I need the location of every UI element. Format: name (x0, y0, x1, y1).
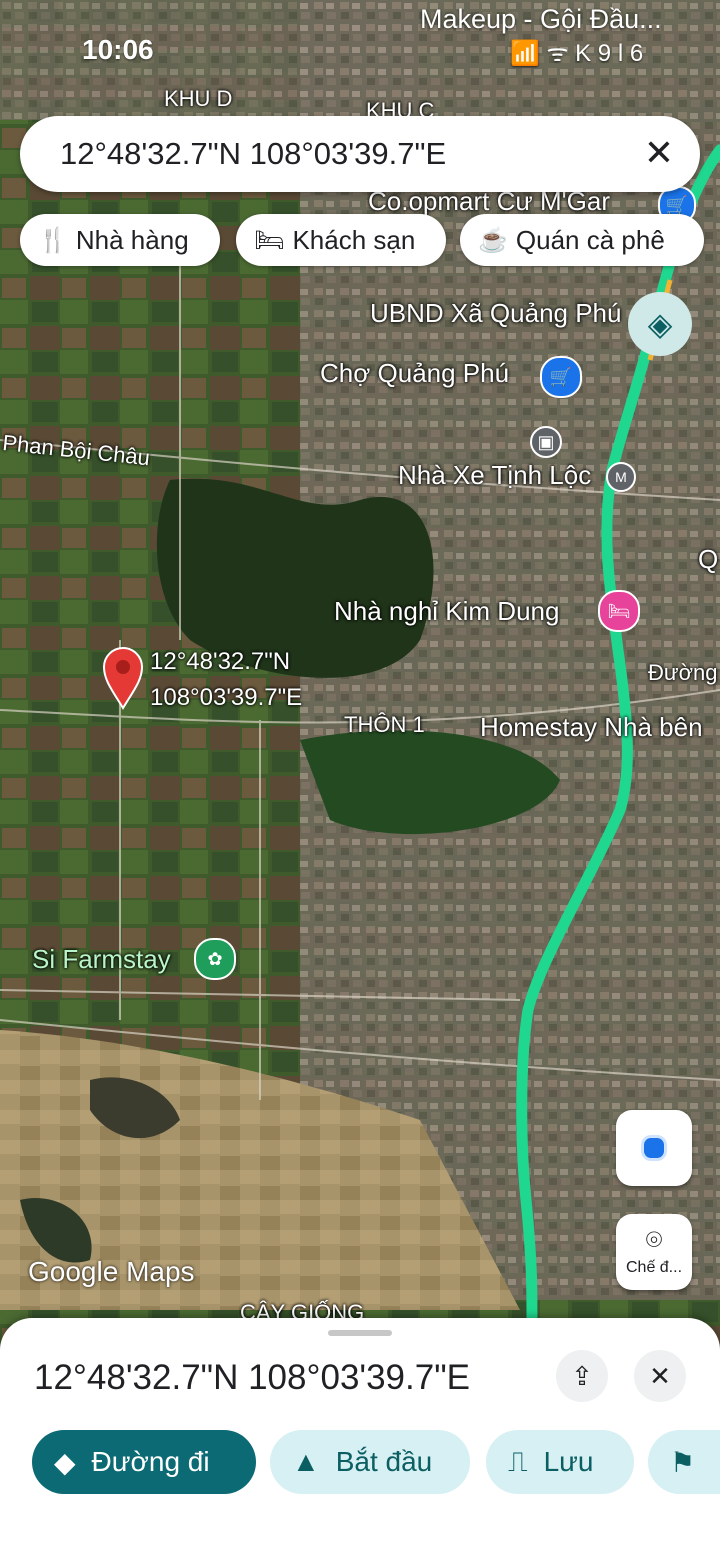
close-icon: ✕ (649, 1360, 671, 1391)
my-location-button[interactable] (616, 1110, 692, 1186)
chip-label: Khách sạn (292, 224, 416, 255)
map-label-khu-d: KHU D (164, 86, 233, 111)
close-icon[interactable]: ✕ (644, 132, 674, 174)
layers-button[interactable]: ◈ (628, 292, 692, 356)
flower-icon[interactable]: ✿ (194, 938, 236, 980)
google-maps-logo: Google Maps (28, 1256, 195, 1287)
notification-text: Makeup - Gội Đầu... (420, 4, 662, 34)
share-icon: ⇪ (571, 1360, 593, 1391)
map-label-thon1: THÔN 1 (344, 712, 425, 737)
map-label-homestay[interactable]: Homestay Nhà bên (480, 712, 703, 743)
directions-button[interactable]: ◆ Đường đi (32, 1430, 256, 1494)
flag-icon: ⚑ (670, 1446, 696, 1478)
map-label-duong: Đường (648, 660, 718, 685)
share-button[interactable]: ⇪ (556, 1350, 608, 1402)
lens-mode-button[interactable]: ⌾ Chế đ... (616, 1214, 692, 1290)
chip-label: Nhà hàng (75, 224, 189, 255)
start-button[interactable]: ▲ Bắt đầu (270, 1430, 470, 1494)
lens-mode-label: Chế đ... (625, 1259, 683, 1276)
save-button[interactable]: ⎍ Lưu (486, 1430, 634, 1494)
close-sheet-button[interactable]: ✕ (634, 1350, 686, 1402)
shopping-cart-icon[interactable]: 🛒 (540, 356, 582, 398)
chip-cafes[interactable]: ☕ Quán cà phê (460, 214, 704, 266)
pin-label-lng: 108°03'39.7"E (150, 684, 303, 711)
coffee-icon: ☕ (478, 226, 508, 254)
bed-icon: 🛏 (254, 226, 285, 254)
place-title: 12°48'32.7"N 108°03'39.7"E (34, 1358, 470, 1397)
directions-label: Đường đi (91, 1446, 210, 1477)
bottom-sheet[interactable]: 12°48'32.7"N 108°03'39.7"E ⇪ ✕ ◆ Đường đ… (0, 1318, 720, 1564)
utensils-icon: 🍴 (38, 226, 68, 254)
map-label-farmstay[interactable]: Si Farmstay (32, 944, 171, 975)
save-label: Lưu (543, 1446, 594, 1477)
pin-label-lat: 12°48'32.7"N (150, 648, 291, 675)
map-label-q: Q (698, 544, 719, 574)
directions-icon: ◆ (54, 1446, 76, 1478)
metro-icon[interactable]: M (606, 462, 636, 492)
navigation-arrow-icon: ▲ (292, 1446, 320, 1477)
chip-hotels[interactable]: 🛏 Khách sạn (236, 214, 446, 266)
status-bar: 10:06 Makeup - Gội Đầu... 📶 ᯤ K 9 l 6 (0, 0, 720, 110)
camera-scan-icon: ⌾ (645, 1224, 663, 1255)
bookmark-icon: ⎍ (508, 1445, 528, 1477)
bus-icon[interactable]: ▣ (530, 426, 562, 458)
start-label: Bắt đầu (335, 1446, 433, 1477)
location-pin-icon[interactable] (102, 646, 144, 710)
label-button[interactable]: ⚑ (648, 1430, 720, 1494)
chip-restaurants[interactable]: 🍴 Nhà hàng (20, 214, 220, 266)
status-icons: 📶 ᯤ K 9 l 6 (510, 40, 644, 67)
location-dot-icon (641, 1135, 667, 1161)
map-label-nha-xe[interactable]: Nhà Xe Tịnh Lộc (398, 460, 591, 491)
map-label-cho[interactable]: Chợ Quảng Phú (320, 358, 509, 389)
search-bar[interactable]: 12°48'32.7"N 108°03'39.7"E ✕ (20, 116, 700, 192)
map-label-nha-nghi[interactable]: Nhà nghỉ Kim Dung (334, 596, 559, 627)
search-query[interactable]: 12°48'32.7"N 108°03'39.7"E (60, 136, 446, 172)
status-time: 10:06 (82, 34, 154, 65)
map-label-ubnd[interactable]: UBND Xã Quảng Phú (370, 298, 621, 329)
layers-icon: ◈ (647, 306, 673, 342)
drag-handle[interactable] (328, 1330, 392, 1336)
bed-icon[interactable]: 🛏 (598, 590, 640, 632)
chip-label: Quán cà phê (515, 224, 665, 255)
